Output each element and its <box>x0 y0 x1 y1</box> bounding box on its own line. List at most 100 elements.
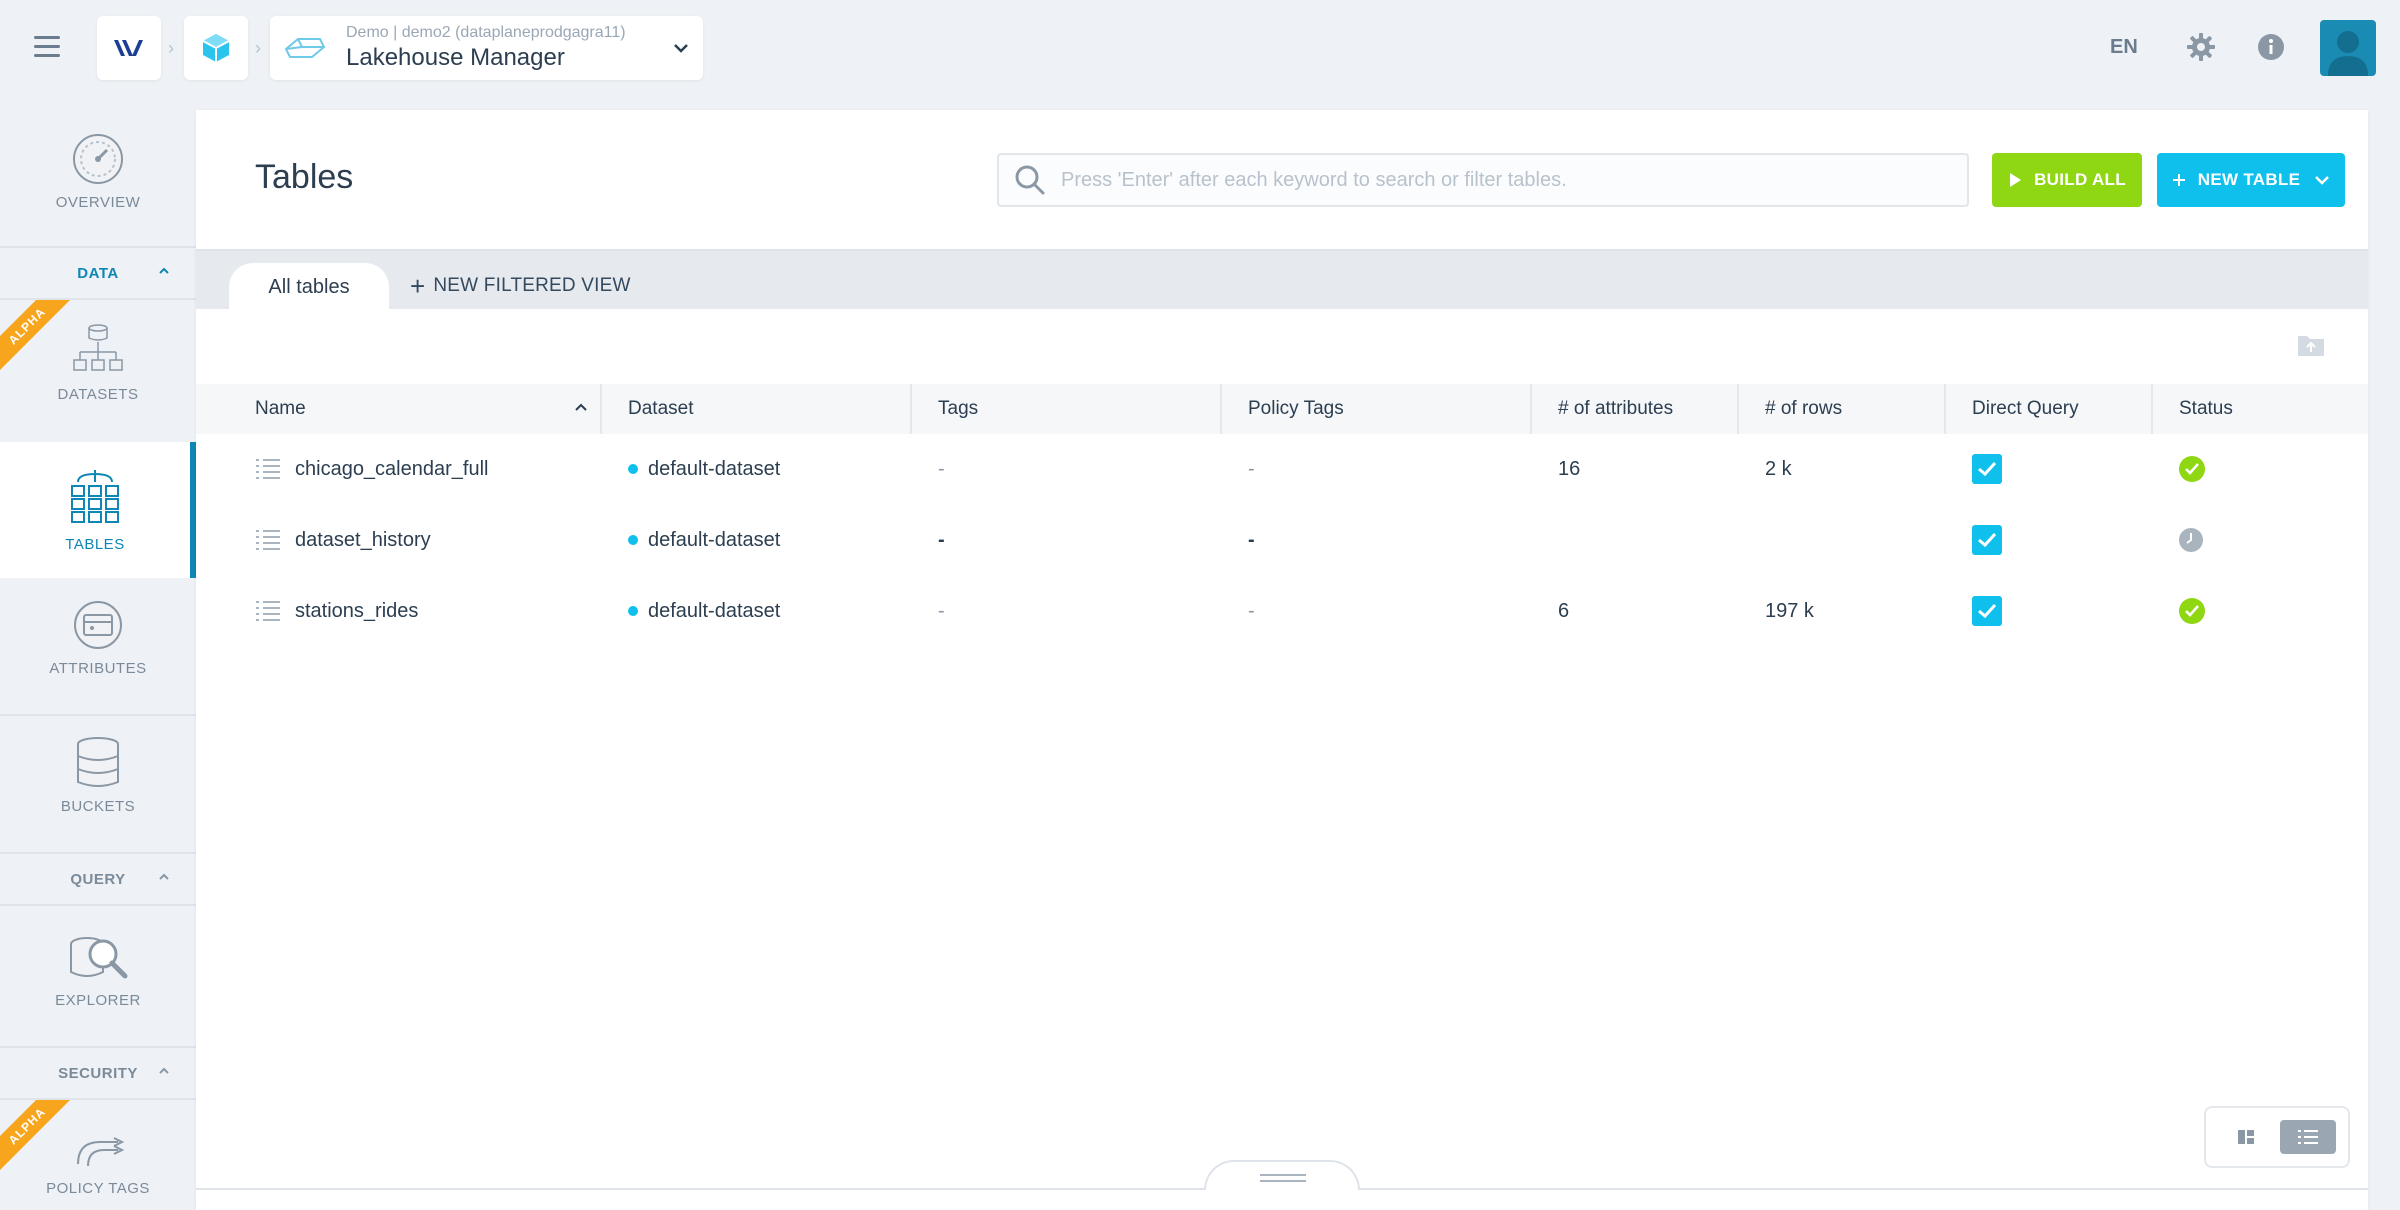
user-avatar[interactable] <box>2320 20 2376 76</box>
list-view-icon <box>2298 1130 2318 1144</box>
project-crumb[interactable] <box>184 16 248 80</box>
direct-query-checkbox[interactable] <box>1972 596 2002 626</box>
check-icon <box>1978 603 1997 619</box>
sidebar-item-attributes[interactable]: ATTRIBUTES <box>0 598 196 702</box>
forepaas-logo-icon <box>114 40 143 56</box>
new-filtered-view-button[interactable]: + NEW FILTERED VIEW <box>410 271 631 301</box>
datasets-icon <box>73 324 123 371</box>
sidebar-item-label: EXPLORER <box>55 992 141 1009</box>
status-ok-icon <box>2179 456 2205 482</box>
section-label: DATA <box>77 264 119 282</box>
sidebar-item-label: DATASETS <box>57 386 139 403</box>
grid-view-button[interactable] <box>2218 1120 2274 1154</box>
section-security[interactable]: SECURITY <box>0 1046 196 1100</box>
cell-dataset: default-dataset <box>602 434 912 504</box>
column-header-attributes[interactable]: # of attributes <box>1532 384 1739 434</box>
status-pending-clock-icon <box>2179 528 2203 552</box>
column-header-direct-query[interactable]: Direct Query <box>1946 384 2153 434</box>
app-name: Lakehouse Manager <box>346 44 565 71</box>
table-header: Name Dataset Tags Policy Tags # of attri… <box>196 384 2368 434</box>
cell-status <box>2153 576 2368 646</box>
sidebar-item-label: OVERVIEW <box>55 194 141 211</box>
new-table-button[interactable]: NEW TABLE <box>2157 153 2345 207</box>
plus-icon: + <box>410 271 426 301</box>
info-icon[interactable] <box>2256 32 2286 62</box>
column-header-rows[interactable]: # of rows <box>1739 384 1946 434</box>
tab-all-tables[interactable]: All tables <box>229 263 389 311</box>
cell-name: chicago_calendar_full <box>196 434 602 504</box>
brand-logo[interactable] <box>97 16 161 80</box>
cell-rows: 2 k <box>1765 457 1792 480</box>
chevron-up-icon <box>159 267 169 274</box>
alpha-badge: ALPHA <box>0 1100 70 1170</box>
sidebar-item-explorer[interactable]: EXPLORER <box>0 930 196 1034</box>
cell-attributes: 16 <box>1558 457 1581 480</box>
direct-query-checkbox[interactable] <box>1972 525 2002 555</box>
cell-tags: - <box>938 528 945 551</box>
menu-icon[interactable] <box>34 36 60 58</box>
table-row[interactable]: dataset_history default-dataset - - <box>196 505 2368 575</box>
search-icon <box>1015 165 1045 195</box>
lakehouse-icon <box>284 38 326 58</box>
column-header-policy-tags[interactable]: Policy Tags <box>1222 384 1532 434</box>
direct-query-checkbox[interactable] <box>1972 454 2002 484</box>
list-view-button[interactable] <box>2280 1120 2336 1154</box>
buckets-icon <box>77 737 119 787</box>
check-icon <box>1978 532 1997 548</box>
column-header-tags[interactable]: Tags <box>912 384 1222 434</box>
search-input[interactable] <box>1061 168 1941 192</box>
table-list-icon <box>256 601 280 621</box>
sidebar-item-tables[interactable]: TABLES <box>0 442 196 578</box>
app-selector[interactable]: Demo | demo2 (dataplaneprodgagra11) Lake… <box>270 16 703 80</box>
grid-view-icon <box>2238 1130 2254 1144</box>
new-filtered-view-label: NEW FILTERED VIEW <box>433 275 631 296</box>
attributes-icon <box>74 601 122 649</box>
section-data[interactable]: DATA <box>0 246 196 300</box>
dataset-dot <box>628 606 638 616</box>
sidebar-item-label: POLICY TAGS <box>46 1180 150 1197</box>
page-title: Tables <box>255 158 354 196</box>
table-row[interactable]: stations_rides default-dataset - - 6 197… <box>196 576 2368 646</box>
plus-icon <box>2172 174 2185 186</box>
speedometer-icon <box>73 134 123 184</box>
drawer-drag-handle[interactable] <box>1204 1160 1360 1190</box>
chevron-down-icon <box>674 44 688 53</box>
section-label: SECURITY <box>58 1064 138 1082</box>
breadcrumb-separator-icon: › <box>168 38 174 58</box>
language-selector[interactable]: EN <box>2110 36 2138 59</box>
cube-icon <box>202 34 230 62</box>
column-header-dataset[interactable]: Dataset <box>602 384 912 434</box>
cell-dataset: default-dataset <box>602 505 912 575</box>
section-query[interactable]: QUERY <box>0 852 196 906</box>
cell-status <box>2153 505 2368 575</box>
column-header-status[interactable]: Status <box>2153 384 2368 434</box>
build-all-button[interactable]: BUILD ALL <box>1992 153 2142 207</box>
app-context: Demo | demo2 (dataplaneprodgagra11) <box>346 24 626 41</box>
column-header-name[interactable]: Name <box>196 384 602 434</box>
cell-rows: 197 k <box>1765 599 1814 622</box>
folder-add-icon[interactable] <box>2296 332 2326 358</box>
cell-name: dataset_history <box>196 505 602 575</box>
view-mode-toggle <box>2204 1106 2350 1168</box>
sidebar: OVERVIEW DATA DATASETS ALPHA TABLES ATTR… <box>0 110 196 1210</box>
cell-status <box>2153 434 2368 504</box>
play-icon <box>2010 173 2022 187</box>
top-bar: › › Demo | demo2 (dataplaneprodgagra11) … <box>0 0 2400 96</box>
cell-direct-query <box>1946 434 2153 504</box>
sidebar-item-buckets[interactable]: BUCKETS <box>0 736 196 840</box>
check-icon <box>1978 461 1997 477</box>
explorer-icon <box>70 937 128 979</box>
table-list-icon <box>256 530 280 550</box>
breadcrumb-separator-icon: › <box>255 38 261 58</box>
chevron-up-icon <box>159 1067 169 1074</box>
sidebar-item-label: ATTRIBUTES <box>49 660 147 677</box>
cell-name: stations_rides <box>196 576 602 646</box>
sidebar-item-label: TABLES <box>65 535 125 553</box>
gear-icon[interactable] <box>2186 32 2216 62</box>
view-tabs: All tables + NEW FILTERED VIEW <box>196 249 2368 311</box>
main-panel: Tables BUILD ALL NEW TABLE All tables + … <box>196 110 2368 1210</box>
chevron-up-icon <box>159 873 169 880</box>
sidebar-item-overview[interactable]: OVERVIEW <box>0 132 196 236</box>
table-row[interactable]: chicago_calendar_full default-dataset - … <box>196 434 2368 504</box>
search-box[interactable] <box>997 153 1969 207</box>
